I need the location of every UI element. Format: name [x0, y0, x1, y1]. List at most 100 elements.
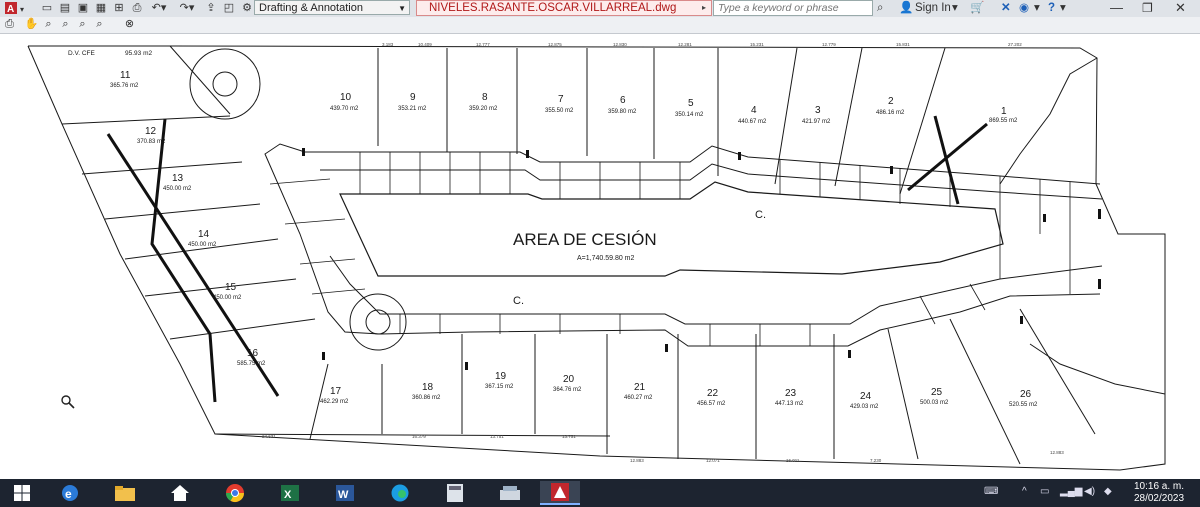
keyboard-icon[interactable]: ⌨ — [984, 486, 998, 497]
pan-icon[interactable]: ✋ — [24, 18, 39, 31]
maximize-icon[interactable]: ❐ — [1142, 1, 1153, 15]
dim-label: 27.202 — [1008, 42, 1022, 47]
sign-in-button[interactable]: Sign In — [915, 1, 951, 15]
lot-area: 869.55 m2 — [989, 118, 1018, 124]
dim-label: 12.875 — [548, 42, 562, 47]
lot-divider — [81, 161, 243, 175]
document-title: NIVELES.RASANTE.OSCAR.VILLARREAL.dwg — [416, 0, 712, 16]
close-drawing-icon[interactable]: ⊗ — [122, 18, 137, 31]
lot-number: 7 — [558, 94, 564, 105]
strike-line — [933, 115, 960, 205]
save-as-icon[interactable]: ▦ — [94, 1, 108, 15]
lot-divider — [61, 115, 231, 125]
battery-icon[interactable]: ▭ — [1040, 486, 1049, 497]
zoom-extents-icon[interactable]: ⌕ — [92, 18, 107, 31]
undo-icon[interactable]: ↶▾ — [148, 1, 170, 15]
lot-number: 19 — [495, 371, 507, 382]
chevron-down-icon: ▼ — [398, 4, 406, 13]
user-icon[interactable]: 👤 — [899, 1, 913, 15]
scanner-icon[interactable] — [490, 481, 530, 505]
edge-icon[interactable] — [380, 481, 420, 505]
file-explorer-icon[interactable] — [105, 481, 145, 505]
edge-legacy-icon[interactable]: e — [50, 481, 90, 505]
workspace-dropdown[interactable]: Drafting & Annotation ▼ — [254, 0, 410, 15]
dim-label: 13.751 — [490, 434, 504, 439]
model-icon[interactable]: ◰ — [222, 1, 236, 15]
svg-text:e: e — [65, 487, 72, 501]
chevron-down-icon[interactable]: ▾ — [1060, 1, 1066, 15]
save-icon[interactable]: ▣ — [76, 1, 90, 15]
dim-label: 13.751 — [562, 434, 576, 439]
lot-number: 18 — [422, 382, 434, 393]
lot-number: 17 — [330, 386, 342, 397]
open-icon[interactable]: ▤ — [58, 1, 72, 15]
zoom-realtime-icon[interactable]: ⌕ — [41, 18, 56, 31]
chevron-down-icon[interactable]: ▾ — [952, 1, 958, 15]
chevron-right-icon[interactable]: ▸ — [702, 3, 706, 12]
excel-icon[interactable]: X — [270, 481, 310, 505]
share-icon[interactable]: ⇪ — [204, 1, 218, 15]
help-icon[interactable]: ? — [1048, 1, 1055, 15]
lot-divider — [169, 45, 231, 115]
drawing-canvas[interactable]: AREA DE CESIÓN A=1,740.59.80 m2 C. C. D.… — [0, 34, 1200, 479]
home-icon[interactable] — [160, 481, 200, 505]
lot-area: 456.57 m2 — [697, 401, 726, 407]
lot-divider — [144, 278, 297, 297]
lot-number: 24 — [860, 391, 872, 402]
close-icon[interactable]: ✕ — [1175, 1, 1186, 15]
street-label-bottom: C. — [513, 295, 524, 307]
clock[interactable]: 10:16 a. m. 28/02/2023 — [1126, 481, 1192, 505]
lot-area: 500.03 m2 — [920, 400, 949, 406]
lot-area: 370.83 m2 — [137, 139, 166, 145]
chevron-down-icon[interactable]: ▾ — [1034, 1, 1040, 15]
dim-label: 10.409 — [418, 42, 432, 47]
calculator-icon[interactable] — [435, 481, 475, 505]
chevron-up-icon[interactable]: ^ — [1022, 486, 1027, 497]
lot-number: 13 — [172, 173, 184, 184]
lot-number: 25 — [931, 387, 943, 398]
zoom-previous-icon[interactable]: ⌕ — [75, 18, 90, 31]
start-icon[interactable] — [2, 481, 42, 505]
drawing-viewport[interactable]: AREA DE CESIÓN A=1,740.59.80 m2 C. C. D.… — [0, 34, 1200, 479]
minimize-icon[interactable]: — — [1110, 1, 1123, 15]
exchange-icon[interactable]: ✕ — [1001, 1, 1011, 15]
new-icon[interactable]: ▭ — [40, 1, 54, 15]
binoculars-icon[interactable]: ⌕ — [877, 1, 883, 15]
redo-icon[interactable]: ↷▾ — [176, 1, 198, 15]
lot-number: 16 — [247, 348, 259, 359]
dim-label: 12.777 — [476, 42, 490, 47]
dropbox-icon[interactable]: ◆ — [1104, 486, 1112, 497]
cart-icon[interactable]: 🛒 — [970, 1, 984, 15]
area-title: AREA DE CESIÓN — [513, 230, 657, 249]
lot-area: 450.00 m2 — [188, 242, 217, 248]
print-preview-icon[interactable]: ⊞ — [112, 1, 126, 15]
zoom-window-icon[interactable]: ⌕ — [58, 18, 73, 31]
chrome-icon[interactable] — [215, 481, 255, 505]
gear-icon[interactable]: ⚙ — [240, 1, 254, 15]
a360-icon[interactable]: ◉ — [1019, 1, 1029, 15]
dim-label: 15.231 — [750, 42, 764, 47]
lot-number: 15 — [225, 282, 237, 293]
culdesac-inner — [365, 309, 391, 335]
culdesac-inner — [212, 71, 238, 97]
print-icon[interactable]: ⎙ — [130, 1, 144, 15]
app-menu-button[interactable]: A ▾ — [2, 1, 32, 15]
speaker-icon[interactable]: ◀) — [1084, 486, 1095, 497]
print-icon[interactable]: ⎙ — [2, 18, 17, 31]
lot-divider — [887, 328, 919, 460]
lot-number: 12 — [145, 126, 157, 137]
wifi-icon[interactable]: ▂▄▆ — [1060, 486, 1082, 497]
lot-number: 10 — [340, 92, 352, 103]
svg-text:W: W — [338, 489, 349, 501]
zoom-cursor-icon — [61, 395, 75, 409]
area-value: A=1,740.59.80 m2 — [577, 255, 635, 262]
lot-number: 21 — [634, 382, 646, 393]
word-icon[interactable]: W — [325, 481, 365, 505]
title-bar: A ▾ ▭ ▤ ▣ ▦ ⊞ ⎙ ↶▾ ↷▾ ⇪ ◰ ⚙ Drafting & An… — [0, 0, 1200, 18]
dim-label: 24.631 — [262, 434, 276, 439]
search-input[interactable] — [713, 0, 873, 16]
autocad-icon[interactable] — [540, 481, 580, 505]
lot-area: 447.13 m2 — [775, 401, 804, 407]
lot-divider — [774, 47, 798, 185]
dim-label: 12.281 — [678, 42, 692, 47]
